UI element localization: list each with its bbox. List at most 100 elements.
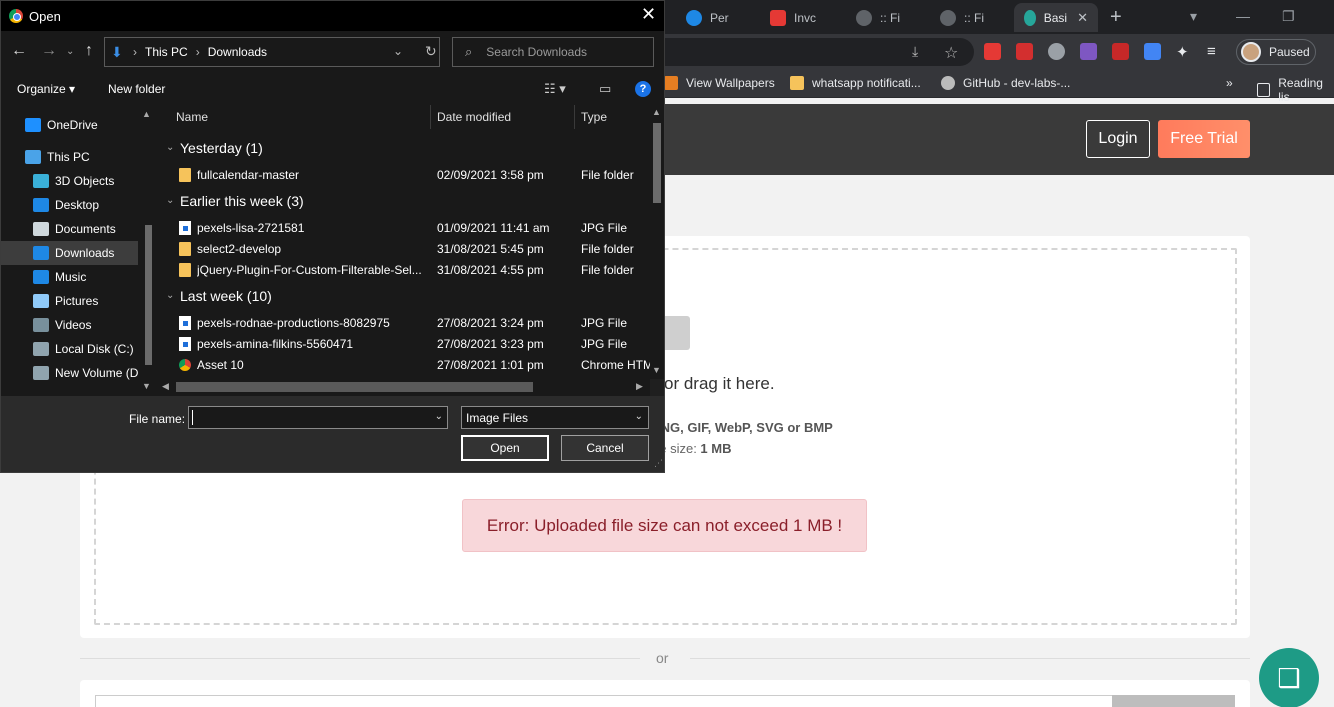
new-tab-button[interactable]: + <box>1110 6 1122 29</box>
translate-icon[interactable] <box>1144 43 1161 60</box>
free-trial-button[interactable]: Free Trial <box>1158 120 1250 158</box>
chevron-down-icon[interactable]: ⌄ <box>166 142 174 153</box>
extension-icon[interactable] <box>1016 43 1033 60</box>
file-row[interactable]: pexels-lisa-2721581 01/09/2021 11:41 am … <box>158 217 650 238</box>
nav-pane-scrollbar[interactable]: ▲ ▼ <box>138 105 158 396</box>
tab-search-icon[interactable]: ▾ <box>1190 8 1197 25</box>
bookmark-item[interactable]: whatsapp notificati... <box>790 76 921 90</box>
scroll-thumb[interactable] <box>176 382 533 392</box>
chevron-down-icon[interactable]: ⌄ <box>166 290 174 301</box>
file-row[interactable]: jQuery-Plugin-For-Custom-Filterable-Sel.… <box>158 259 650 280</box>
scroll-up-icon[interactable]: ▲ <box>142 109 151 119</box>
group-header[interactable]: Earlier this week (3) <box>180 193 304 209</box>
browser-tab[interactable]: Invc <box>770 3 816 32</box>
chevron-down-icon[interactable]: ⌄ <box>166 195 174 206</box>
login-button[interactable]: Login <box>1086 120 1150 158</box>
bookmarks-overflow-button[interactable]: » <box>1226 76 1233 90</box>
change-view-icon[interactable]: ☷ ▾ <box>544 81 566 97</box>
nav-item-desktop[interactable]: Desktop <box>1 193 138 217</box>
breadcrumb-this-pc[interactable]: This PC <box>145 45 188 59</box>
nav-item-documents[interactable]: Documents <box>1 217 138 241</box>
close-tab-icon[interactable]: ✕ <box>1077 10 1088 26</box>
refresh-icon[interactable]: ↻ <box>425 43 437 60</box>
organize-menu[interactable]: Organize ▾ <box>17 82 75 96</box>
bookmark-star-icon[interactable]: ☆ <box>944 43 961 62</box>
column-header-name[interactable]: Name <box>176 110 208 124</box>
scroll-up-icon[interactable]: ▲ <box>652 107 661 117</box>
file-list-scrollbar[interactable]: ▲ ▼ <box>650 105 664 379</box>
file-row[interactable]: select2-develop 31/08/2021 5:45 pm File … <box>158 238 650 259</box>
nav-item-pictures[interactable]: Pictures <box>1 289 138 313</box>
nav-item-videos[interactable]: Videos <box>1 313 138 337</box>
file-type: JPG File <box>581 337 628 351</box>
nav-item-new-volume[interactable]: New Volume (D: <box>1 361 138 385</box>
up-arrow-icon[interactable]: ↑ <box>85 42 93 60</box>
group-header[interactable]: Last week (10) <box>180 288 272 304</box>
media-control-icon[interactable]: ≡ <box>1207 43 1224 60</box>
profile-button[interactable]: Paused <box>1236 39 1316 65</box>
browser-tab[interactable]: :: Fi <box>940 3 984 32</box>
browser-tab[interactable]: :: Fi <box>856 3 900 32</box>
image-url-input[interactable] <box>95 695 1113 707</box>
search-field[interactable]: ⌕ Search Downloads <box>452 37 654 67</box>
column-header-date[interactable]: Date modified <box>437 110 511 124</box>
back-arrow-icon[interactable]: ← <box>11 42 27 60</box>
scroll-down-icon[interactable]: ▼ <box>652 365 661 375</box>
close-icon[interactable]: ✕ <box>641 4 656 25</box>
scroll-right-icon[interactable]: ▶ <box>636 381 643 392</box>
extension-icon[interactable] <box>984 43 1001 60</box>
nav-item-onedrive[interactable]: OneDrive <box>1 113 138 137</box>
scroll-thumb[interactable] <box>145 225 152 365</box>
breadcrumb-downloads[interactable]: Downloads <box>208 45 267 59</box>
navigation-pane: OneDrive This PC 3D Objects Desktop Docu… <box>1 105 158 396</box>
file-list-hscrollbar[interactable]: ◀ ▶ <box>158 379 650 396</box>
column-header-type[interactable]: Type <box>581 110 607 124</box>
browser-tab[interactable]: Per <box>686 3 729 32</box>
file-name-input[interactable]: ⌄ <box>188 406 448 429</box>
column-divider[interactable] <box>574 105 575 129</box>
reading-list-icon <box>1257 83 1271 97</box>
scroll-left-icon[interactable]: ◀ <box>162 381 169 392</box>
forward-arrow-icon[interactable]: → <box>41 42 57 60</box>
group-header[interactable]: Yesterday (1) <box>180 140 263 156</box>
file-type-select[interactable]: Image Files ⌄ <box>461 406 649 429</box>
browser-tab-active[interactable]: Basi ✕ <box>1014 3 1098 32</box>
address-breadcrumb[interactable]: ⬇ › This PC › Downloads ⌄ ↻ <box>104 37 440 67</box>
extension-icon[interactable] <box>1112 43 1129 60</box>
extension-icon[interactable] <box>1048 43 1065 60</box>
new-folder-button[interactable]: New folder <box>108 82 165 96</box>
group-title: Earlier this week (3) <box>180 193 304 209</box>
scroll-down-icon[interactable]: ▼ <box>142 381 151 391</box>
extension-icon[interactable] <box>1080 43 1097 60</box>
resize-grip-icon[interactable]: ⋰ <box>654 458 663 469</box>
extensions-puzzle-icon[interactable]: ✦ <box>1176 43 1193 61</box>
column-divider[interactable] <box>430 105 431 129</box>
chevron-down-icon[interactable]: ⌄ <box>393 44 403 58</box>
chat-widget-button[interactable]: ❑ <box>1259 648 1319 707</box>
nav-item-music[interactable]: Music <box>1 265 138 289</box>
file-row[interactable]: pexels-amina-filkins-5560471 27/08/2021 … <box>158 333 650 354</box>
nav-item-downloads[interactable]: Downloads <box>1 241 138 265</box>
nav-item-local-disk[interactable]: Local Disk (C:) <box>1 337 138 361</box>
preview-pane-icon[interactable]: ▭ <box>599 81 611 97</box>
nav-item-3d-objects[interactable]: 3D Objects <box>1 169 138 193</box>
cancel-button[interactable]: Cancel <box>561 435 649 461</box>
reading-list-button[interactable]: Reading lis <box>1257 76 1334 104</box>
url-upload-button[interactable] <box>1112 695 1235 707</box>
bookmark-item[interactable]: GitHub - dev-labs-... <box>941 76 1070 90</box>
file-row[interactable]: pexels-rodnae-productions-8082975 27/08/… <box>158 312 650 333</box>
install-icon[interactable]: ⤓ <box>912 43 929 60</box>
nav-item-this-pc[interactable]: This PC <box>1 145 138 169</box>
bookmark-item[interactable]: View Wallpapers <box>664 76 775 90</box>
help-icon[interactable]: ? <box>635 81 651 97</box>
file-row[interactable]: fullcalendar-master 02/09/2021 3:58 pm F… <box>158 164 650 185</box>
recent-locations-icon[interactable]: ⌄ <box>66 46 74 57</box>
profile-status: Paused <box>1269 45 1310 59</box>
file-row[interactable]: Asset 10 27/08/2021 1:01 pm Chrome HTM <box>158 354 650 375</box>
chevron-down-icon[interactable]: ⌄ <box>435 411 443 422</box>
nav-item-label: Local Disk (C:) <box>55 342 134 356</box>
open-button[interactable]: Open <box>461 435 549 461</box>
scroll-thumb[interactable] <box>653 123 661 203</box>
minimize-icon[interactable]: — <box>1236 8 1250 24</box>
restore-icon[interactable]: ❐ <box>1282 8 1295 25</box>
